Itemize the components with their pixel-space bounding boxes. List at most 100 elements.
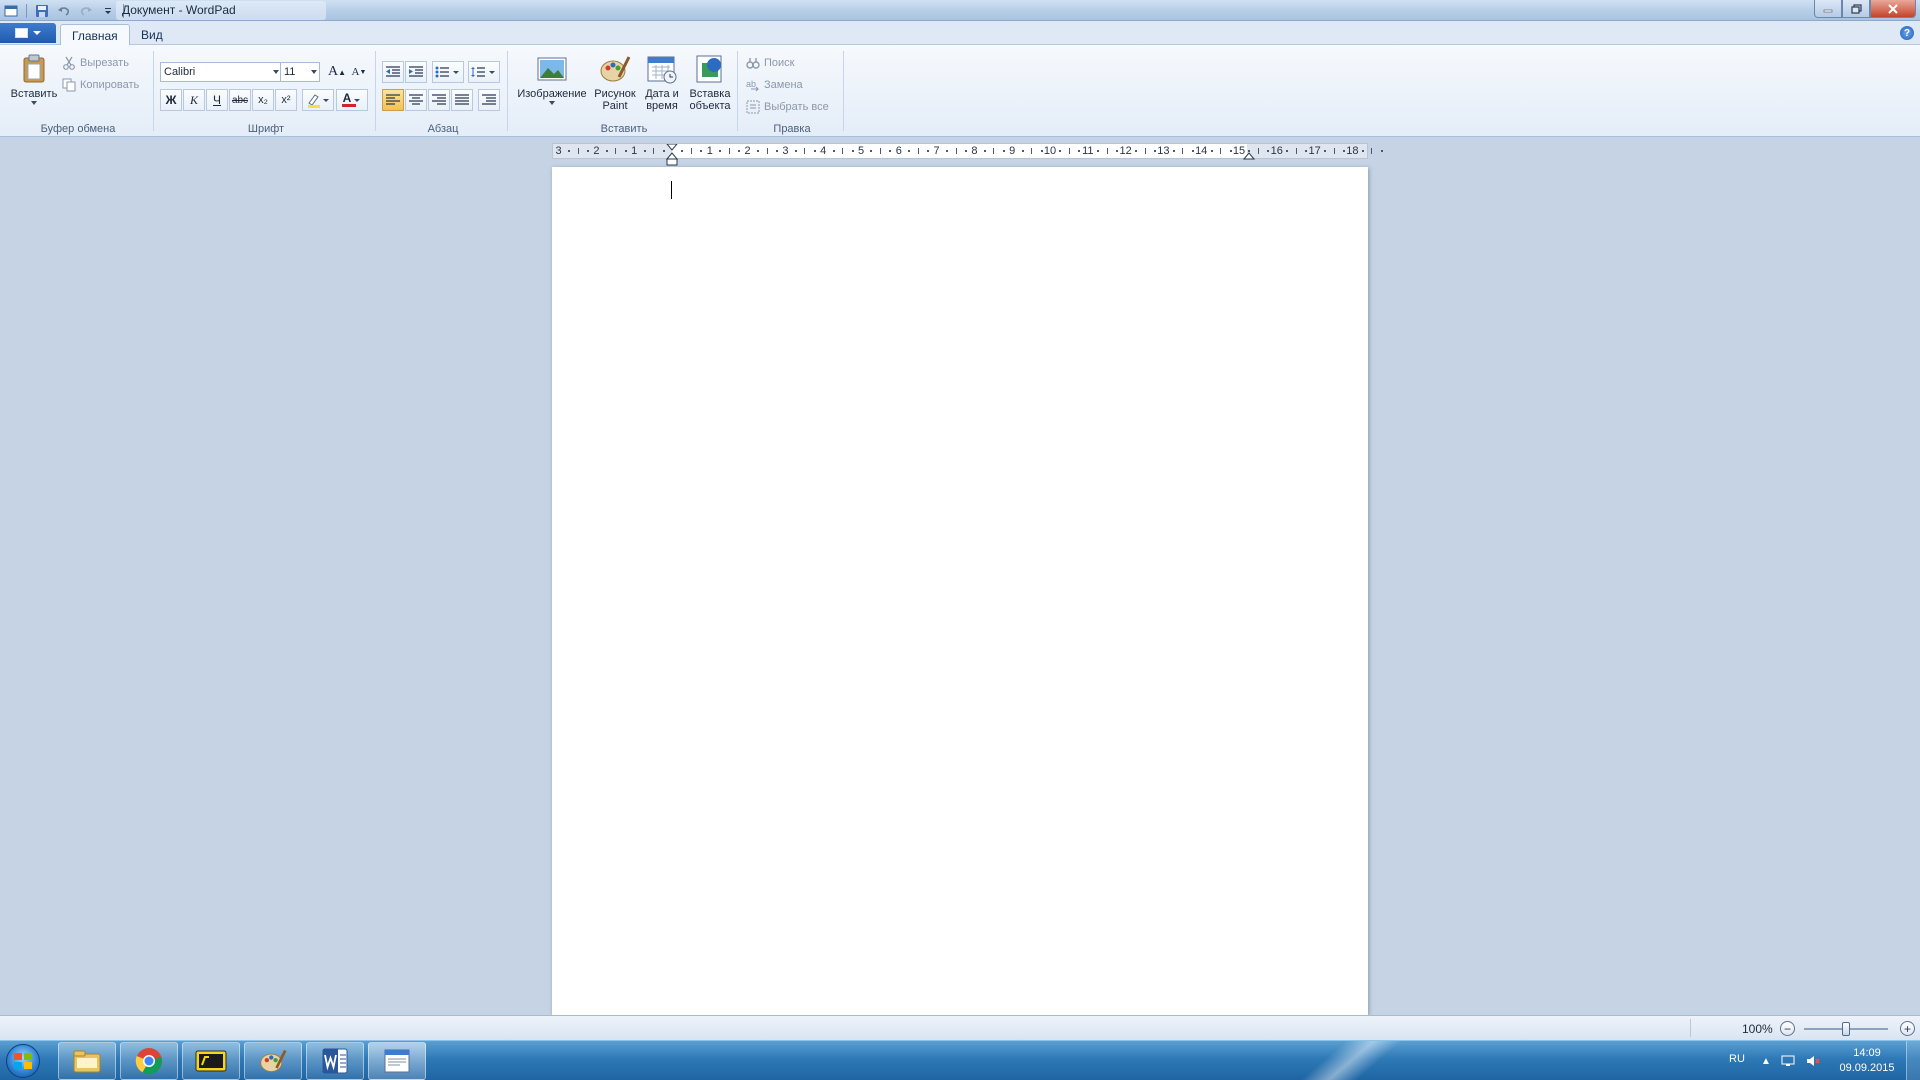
font-family-select[interactable]: Calibri — [160, 62, 282, 82]
text-caret — [671, 181, 672, 199]
ruler-dot — [1172, 150, 1175, 152]
group-separator — [507, 51, 508, 131]
underline-button[interactable]: Ч — [206, 89, 228, 111]
ruler-dot — [1078, 150, 1081, 152]
ruler-number: 14 — [1195, 145, 1208, 157]
paragraph-settings-button[interactable] — [478, 89, 500, 111]
document-page[interactable] — [552, 167, 1368, 1015]
taskbar-paint[interactable] — [244, 1042, 302, 1080]
ruler-dot — [1135, 150, 1138, 152]
line-spacing-button[interactable] — [468, 61, 500, 83]
show-desktop-button[interactable] — [1906, 1041, 1920, 1080]
undo-icon[interactable] — [55, 2, 73, 20]
font-color-label: A — [342, 91, 352, 105]
tab-home[interactable]: Главная — [60, 24, 130, 46]
volume-muted-icon[interactable] — [1806, 1054, 1820, 1068]
shrink-font-button[interactable]: A ▼ — [348, 61, 370, 83]
language-indicator[interactable]: RU — [1729, 1053, 1745, 1065]
copy-button[interactable]: Копировать — [62, 78, 139, 92]
indent-marker[interactable] — [666, 144, 678, 168]
ruler-number: 5 — [857, 145, 865, 157]
align-right-button[interactable] — [428, 89, 450, 111]
window-controls — [1814, 0, 1916, 18]
insert-object-button[interactable]: Вставка объекта — [686, 53, 734, 112]
minimize-button[interactable] — [1814, 0, 1842, 18]
copy-label: Копировать — [80, 79, 140, 91]
redo-icon[interactable] — [77, 2, 95, 20]
ribbon-tabbar: Главная Вид ? — [0, 21, 1920, 46]
ruler-tick — [804, 148, 806, 154]
save-icon[interactable] — [33, 2, 51, 20]
font-color-button[interactable]: A — [336, 89, 368, 111]
cut-label: Вырезать — [80, 57, 129, 69]
datetime-button[interactable]: Дата и время — [640, 53, 684, 112]
zoom-slider-thumb[interactable] — [1842, 1022, 1850, 1036]
align-left-button[interactable] — [382, 89, 404, 111]
group-insert: Изображение Рисунок Paint Дата и время В… — [510, 49, 738, 135]
taskbar-wordpad[interactable] — [368, 1042, 426, 1080]
cut-button[interactable]: Вырезать — [62, 56, 129, 70]
app-menu-button[interactable] — [0, 23, 56, 43]
ruler-tick — [1371, 148, 1373, 154]
ruler-number: 17 — [1308, 145, 1321, 157]
tab-view[interactable]: Вид — [130, 24, 174, 45]
grow-font-button[interactable]: A ▲ — [326, 61, 348, 83]
ruler-tick — [615, 148, 617, 154]
paste-button[interactable]: Вставить — [6, 53, 62, 106]
decrease-indent-button[interactable] — [382, 61, 404, 83]
paint-drawing-button[interactable]: Рисунок Paint — [592, 53, 638, 112]
taskbar-explorer[interactable] — [58, 1042, 116, 1080]
start-button[interactable] — [6, 1044, 40, 1078]
zoom-out-button[interactable]: − — [1780, 1021, 1795, 1036]
align-right-icon — [432, 94, 446, 105]
font-size-select[interactable]: 11 — [280, 62, 320, 82]
ruler[interactable]: 3 2 1 1 2 3 4 5 6 7 8 9 10 11 12 13 14 15 16 17 18 — [552, 143, 1383, 166]
italic-button[interactable]: К — [183, 89, 205, 111]
taskbar-clock[interactable]: 14:09 09.09.2015 — [1832, 1046, 1902, 1076]
taskbar-chrome[interactable] — [120, 1042, 178, 1080]
help-icon[interactable]: ? — [1900, 26, 1914, 40]
ruler-dot — [681, 150, 684, 152]
customize-icon[interactable] — [99, 2, 117, 20]
superscript-button[interactable]: x² — [275, 89, 297, 111]
right-indent-marker[interactable] — [1243, 144, 1255, 168]
bold-button[interactable]: Ж — [160, 89, 182, 111]
datetime-label-1: Дата и — [645, 88, 679, 100]
ruler-number: 2 — [744, 145, 751, 157]
taskbar-decoration — [1274, 1041, 1416, 1080]
tray-chevron-up-icon[interactable]: ▲ — [1759, 1054, 1773, 1068]
ruler-tick — [879, 148, 881, 154]
taskbar-pdf[interactable] — [182, 1042, 240, 1080]
insert-image-button[interactable]: Изображение — [514, 53, 590, 106]
bullet-list-icon — [435, 66, 459, 78]
ruler-dot — [1380, 150, 1383, 152]
find-button[interactable]: Поиск — [746, 56, 794, 70]
increase-indent-button[interactable] — [405, 61, 427, 83]
replace-button[interactable]: ab Замена — [746, 78, 803, 92]
strikethrough-button[interactable]: abc — [229, 89, 251, 111]
ruler-dot — [1059, 150, 1062, 152]
ruler-number: 8 — [971, 145, 978, 157]
subscript-button[interactable]: x₂ — [252, 89, 274, 111]
network-icon[interactable] — [1781, 1054, 1795, 1068]
close-button[interactable] — [1870, 0, 1916, 18]
zoom-in-button[interactable]: + — [1900, 1021, 1915, 1036]
group-label-paragraph: Абзац — [427, 123, 459, 135]
ruler-dot — [1191, 150, 1194, 152]
highlight-color-button[interactable] — [302, 89, 334, 111]
image-icon — [537, 57, 567, 81]
binoculars-icon — [746, 58, 760, 69]
ruler-tick — [766, 148, 768, 154]
group-paragraph: Абзац — [378, 49, 508, 135]
window-title: Документ - WordPad — [122, 3, 236, 17]
align-center-button[interactable] — [405, 89, 427, 111]
list-button[interactable] — [432, 61, 464, 83]
justify-button[interactable] — [451, 89, 473, 111]
ruler-tick — [1068, 148, 1070, 154]
ruler-tick — [1106, 148, 1108, 154]
taskbar-word[interactable] — [306, 1042, 364, 1080]
select-all-button[interactable]: Выбрать все — [746, 100, 829, 114]
ruler-dot — [1002, 150, 1005, 152]
maximize-button[interactable] — [1842, 0, 1870, 18]
wordpad-icon[interactable] — [2, 2, 20, 20]
